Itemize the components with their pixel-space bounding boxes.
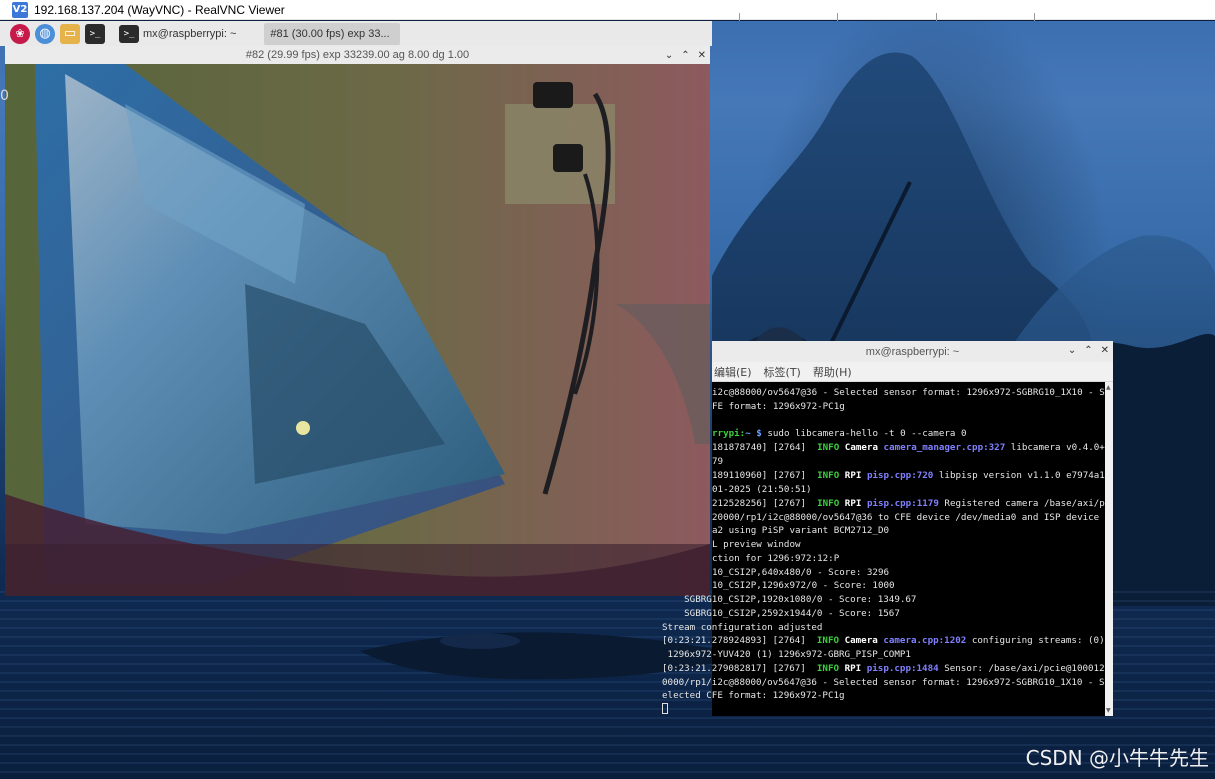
terminal-line: i2c@88000/ov5647@36 - Selected sensor fo… [712,387,1105,398]
terminal-log-line: 212528256] [2767] INFO RPI pisp.cpp:1179… [712,498,1105,509]
terminal-line: SGBRG10_CSI2P,2592x1944/0 - Score: 1567 [662,608,900,619]
taskbar-task-camera[interactable]: #81 (30.00 fps) exp 33... [264,22,401,45]
terminal-scrollbar[interactable]: ▲ ▼ [1105,382,1113,716]
terminal-titlebar[interactable]: mx@raspberrypi: ~ ⌄ ⌃ ✕ [712,341,1113,362]
terminal-window-title: mx@raspberrypi: ~ [865,345,960,358]
terminal-line: FE format: 1296x972-PC1g [712,401,845,412]
scroll-up-arrow-icon[interactable]: ▲ [1106,384,1111,391]
terminal-line: 0000/rp1/i2c@88000/ov5647@36 - Selected … [662,677,1105,688]
menu-edit[interactable]: 编辑(E) [714,364,752,380]
terminal-line: SGBRG10_CSI2P,1920x1080/0 - Score: 1349.… [662,594,917,605]
close-button[interactable]: ✕ [698,50,706,61]
terminal-line: 1296x972-YUV420 (1) 1296x972-GBRG_PISP_C… [662,649,911,660]
edge-artifact: 0 [0,88,9,104]
maximize-button[interactable]: ⌃ [1084,345,1092,356]
terminal-line: 20000/rp1/i2c@88000/ov5647@36 to CFE dev… [712,512,1100,523]
terminal-cursor-line[interactable] [662,703,668,717]
camera-preview-window[interactable]: #82 (29.99 fps) exp 33239.00 ag 8.00 dg … [5,46,710,596]
terminal-line: 01-2025 (21:50:51) [712,484,812,495]
csdn-watermark: CSDN @小牛牛先生 [1025,746,1209,770]
maximize-button[interactable]: ⌃ [681,50,689,61]
terminal-log-line: [0:23:21.278924893] [2764] INFO Camera c… [662,635,1105,646]
terminal-line: ction for 1296:972:12:P [712,553,840,564]
minimize-button[interactable]: ⌄ [665,50,673,61]
terminal-log-line: 181878740] [2764] INFO Camera camera_man… [712,442,1105,453]
raspberry-pi-taskbar: ❀ ◍ ▭ >_ >_ mx@raspberrypi: ~ #81 (30.00… [0,21,712,46]
camera-feed [5,64,710,596]
terminal-menubar: 编辑(E) 标签(T) 帮助(H) [712,362,1113,382]
minimize-button[interactable]: ⌄ [1068,345,1076,356]
camera-window-titlebar[interactable]: #82 (29.99 fps) exp 33239.00 ag 8.00 dg … [5,46,710,64]
terminal-cursor [662,703,668,714]
file-manager-icon[interactable]: ▭ [60,23,80,44]
terminal-command: sudo libcamera-hello -t 0 --camera 0 [767,428,967,439]
taskbar-task-label: mx@raspberrypi: ~ [143,27,237,40]
terminal-prompt-line: rrypi:~ $ sudo libcamera-hello -t 0 --ca… [712,427,966,441]
close-button[interactable]: ✕ [1101,345,1109,356]
prompt-user: rrypi: [712,428,746,439]
prompt-path: ~ $ [745,428,768,439]
terminal-line: 79 [712,456,724,467]
terminal-line: elected CFE format: 1296x972-PC1g [662,690,845,701]
taskbar-task-label: #81 (30.00 fps) exp 33... [270,27,390,40]
menu-help[interactable]: 帮助(H) [813,364,852,380]
menu-tabs[interactable]: 标签(T) [764,364,801,380]
terminal-line: 10_CSI2P,1296x972/0 - Score: 1000 [712,580,895,591]
taskbar-task-terminal[interactable]: >_ mx@raspberrypi: ~ [113,23,242,45]
camera-feed-image [5,64,710,596]
terminal-icon: >_ [119,24,139,43]
raspberry-pi-menu-icon[interactable]: ❀ [10,23,30,44]
terminal-icon[interactable]: >_ [85,23,105,44]
realvnc-logo-icon: V2 [12,1,28,18]
web-browser-icon[interactable]: ◍ [35,23,55,44]
terminal-line: 10_CSI2P,640x480/0 - Score: 3296 [712,567,890,578]
scroll-down-arrow-icon[interactable]: ▼ [1106,707,1111,714]
vnc-window-title: 192.168.137.204 (WayVNC) - RealVNC Viewe… [34,2,285,17]
terminal-log-line: 189110960] [2767] INFO RPI pisp.cpp:720 … [712,470,1105,481]
remote-desktop: ❀ ◍ ▭ >_ >_ mx@raspberrypi: ~ #81 (30.00… [0,21,1215,779]
terminal-line: Stream configuration adjusted [662,622,823,633]
terminal-line: a2 using PiSP variant BCM2712_D0 [712,525,890,536]
terminal-log-line: [0:23:21.279082817] [2767] INFO RPI pisp… [662,663,1105,674]
terminal-line: L preview window [712,539,801,550]
camera-window-title: #82 (29.99 fps) exp 33239.00 ag 8.00 dg … [245,49,470,61]
